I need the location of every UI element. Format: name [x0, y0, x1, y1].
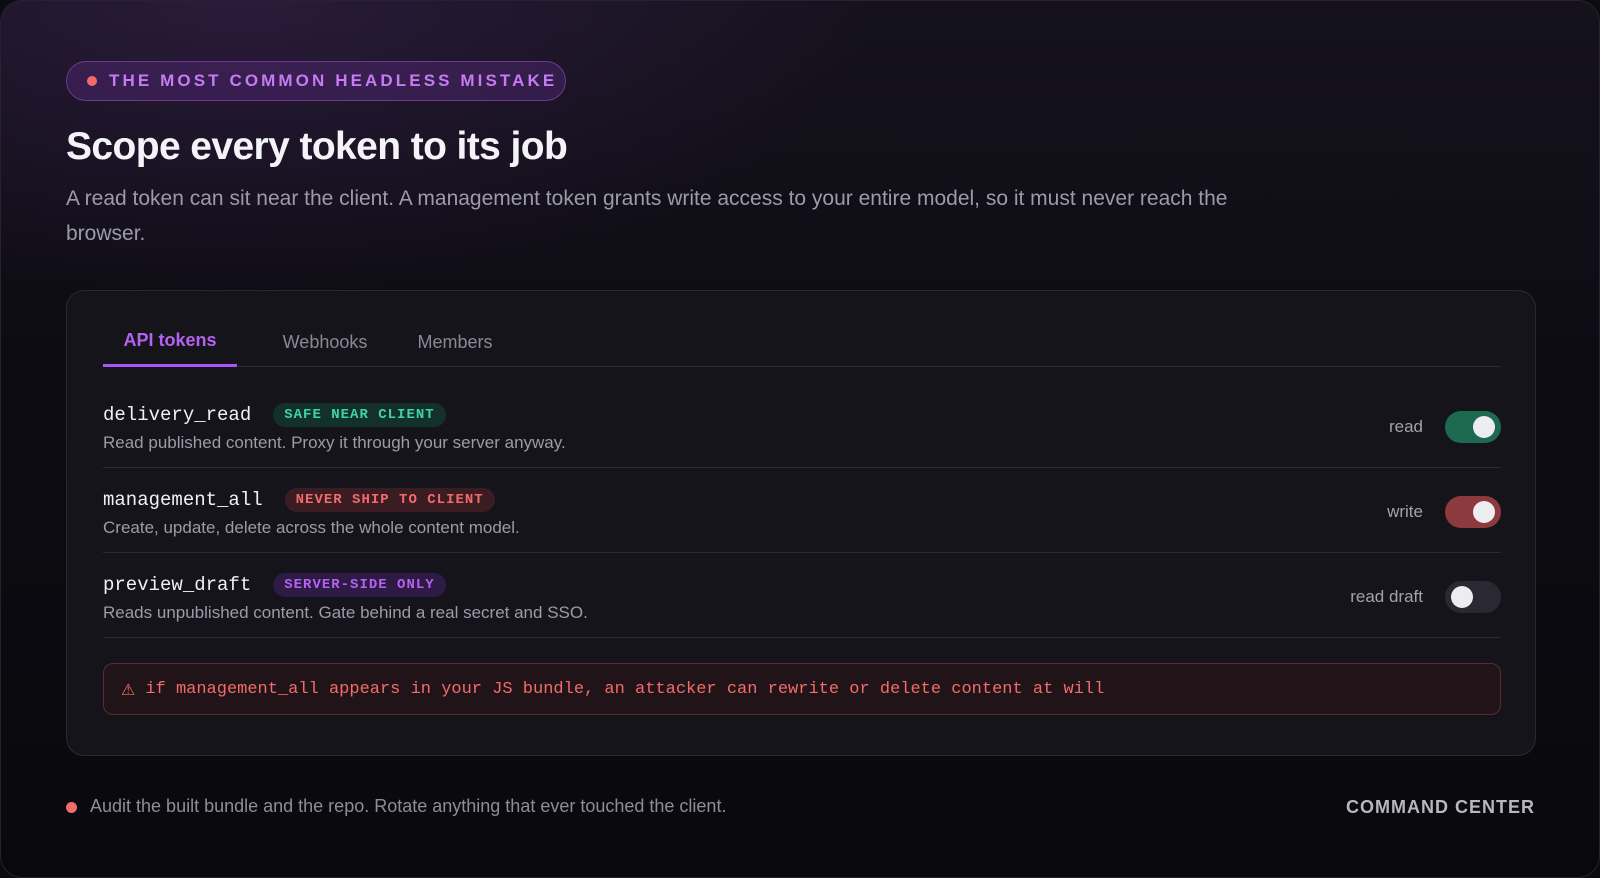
token-header: delivery_read SAFE NEAR CLIENT — [103, 403, 446, 427]
warning-banner: ⚠ if management_all appears in your JS b… — [103, 663, 1501, 715]
token-badge: SAFE NEAR CLIENT — [273, 403, 446, 427]
token-row-management-all: management_all NEVER SHIP TO CLIENT Crea… — [103, 468, 1501, 553]
footer-note: Audit the built bundle and the repo. Rot… — [90, 796, 727, 816]
token-name: management_all — [103, 489, 263, 511]
tab-webhooks[interactable]: Webhooks — [262, 317, 388, 367]
page-title: Scope every token to its job — [66, 125, 568, 168]
app-frame: THE MOST COMMON HEADLESS MISTAKE Scope e… — [0, 0, 1600, 878]
token-name: delivery_read — [103, 404, 252, 426]
footer-brand: COMMAND CENTER — [1346, 797, 1535, 817]
tab-api-tokens[interactable]: API tokens — [103, 317, 237, 367]
token-permission-label: read draft — [1350, 587, 1423, 606]
token-row-preview-draft: preview_draft SERVER-SIDE ONLY Reads unp… — [103, 553, 1501, 638]
token-toggle-delivery-read[interactable] — [1445, 411, 1501, 443]
toggle-knob — [1451, 586, 1473, 608]
status-dot — [87, 76, 97, 86]
eyebrow-pill: THE MOST COMMON HEADLESS MISTAKE — [66, 61, 566, 101]
token-permission-label: write — [1387, 502, 1423, 521]
eyebrow-label: THE MOST COMMON HEADLESS MISTAKE — [109, 71, 558, 90]
token-permission-label: read — [1388, 417, 1423, 436]
warning-icon: ⚠ — [121, 679, 136, 699]
token-description: Reads unpublished content. Gate behind a… — [103, 603, 588, 622]
tokens-panel: API tokens Webhooks Members delivery_rea… — [66, 290, 1536, 756]
token-name: preview_draft — [103, 574, 252, 596]
token-badge: SERVER-SIDE ONLY — [273, 573, 446, 597]
token-row-delivery-read: delivery_read SAFE NEAR CLIENT Read publ… — [103, 383, 1501, 468]
token-badge: NEVER SHIP TO CLIENT — [284, 488, 495, 512]
warning-text: if management_all appears in your JS bun… — [145, 679, 1105, 699]
page-subtitle: A read token can sit near the client. A … — [66, 187, 1228, 245]
tab-members[interactable]: Members — [400, 317, 510, 367]
token-toggle-management-all[interactable] — [1445, 496, 1501, 528]
token-description: Create, update, delete across the whole … — [103, 518, 520, 537]
token-header: management_all NEVER SHIP TO CLIENT — [103, 488, 495, 512]
token-description: Read published content. Proxy it through… — [103, 433, 566, 452]
token-toggle-preview-draft[interactable] — [1445, 581, 1501, 613]
token-header: preview_draft SERVER-SIDE ONLY — [103, 573, 446, 597]
footer-dot — [66, 802, 77, 813]
toggle-knob — [1473, 416, 1495, 438]
toggle-knob — [1473, 501, 1495, 523]
tab-bar: API tokens Webhooks Members — [103, 317, 1501, 367]
